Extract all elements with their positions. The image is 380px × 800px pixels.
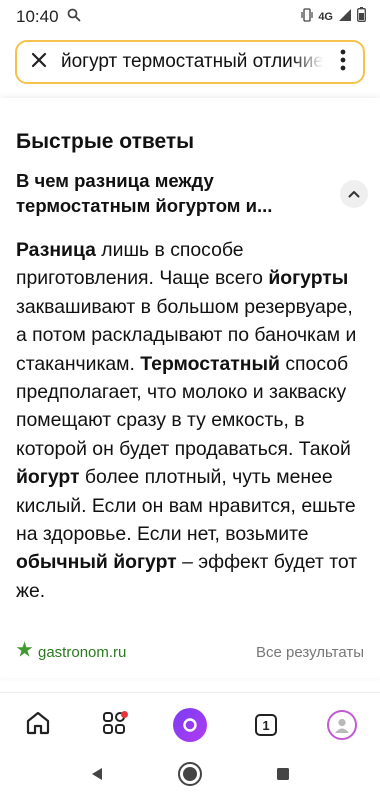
search-input[interactable]: йогурт термостатный отличие [61, 51, 323, 73]
site-favicon-icon [16, 641, 33, 663]
back-button[interactable] [77, 756, 117, 796]
status-bar: 10:40 4G [0, 0, 380, 34]
search-bar: йогурт термостатный отличие [15, 40, 365, 84]
answer-segment: йогурт [16, 466, 80, 489]
quick-answers-title: Быстрые ответы [16, 130, 195, 153]
close-search-button[interactable] [17, 42, 61, 82]
back-triangle-icon [89, 766, 105, 787]
system-home-button[interactable] [170, 756, 210, 796]
answer-text: Разница лишь в способе приготовления. Ча… [16, 236, 366, 605]
avatar-icon [327, 710, 357, 740]
status-right: 4G [301, 7, 366, 27]
search-menu-button[interactable] [323, 42, 363, 82]
battery-icon [357, 7, 366, 27]
answer-segment: йогурты [268, 267, 349, 290]
source-domain: gastronom.ru [38, 643, 127, 661]
home-circle-icon [177, 761, 203, 792]
source-link[interactable]: gastronom.ru [16, 641, 126, 663]
recents-button[interactable] [263, 756, 303, 796]
collapse-button[interactable] [340, 180, 368, 208]
chevron-up-icon [348, 185, 360, 203]
status-left: 10:40 [16, 7, 81, 27]
all-results-link[interactable]: Все результаты [256, 644, 364, 661]
alice-assistant-button[interactable] [166, 701, 214, 749]
search-notification-icon [67, 8, 81, 27]
answer-segment: Разница [16, 239, 96, 261]
source-row: gastronom.ru Все результаты [16, 640, 364, 664]
network-type: 4G [318, 11, 333, 23]
recents-square-icon [275, 766, 291, 787]
divider [0, 692, 380, 693]
status-time: 10:40 [16, 7, 59, 26]
profile-button[interactable] [318, 701, 366, 749]
home-icon [25, 710, 51, 741]
alice-icon [173, 708, 207, 742]
signal-icon [338, 8, 352, 27]
close-icon [31, 52, 47, 73]
notification-dot [121, 711, 128, 718]
services-button[interactable] [90, 701, 138, 749]
answer-segment: обычный йогурт [16, 551, 177, 574]
answer-segment: Термостатный [140, 352, 280, 375]
question-text[interactable]: В чем разница между термостатным йогурто… [16, 168, 326, 218]
tabs-button[interactable]: 1 [242, 701, 290, 749]
home-button[interactable] [14, 701, 62, 749]
vibrate-icon [301, 7, 313, 27]
browser-screen: 10:40 4G йогурт термостатный отличие Быс… [0, 0, 380, 800]
tabs-count: 1 [255, 714, 277, 736]
more-vertical-icon [340, 49, 346, 76]
bottom-navigation: 1 [0, 700, 380, 750]
system-navigation [0, 752, 380, 800]
